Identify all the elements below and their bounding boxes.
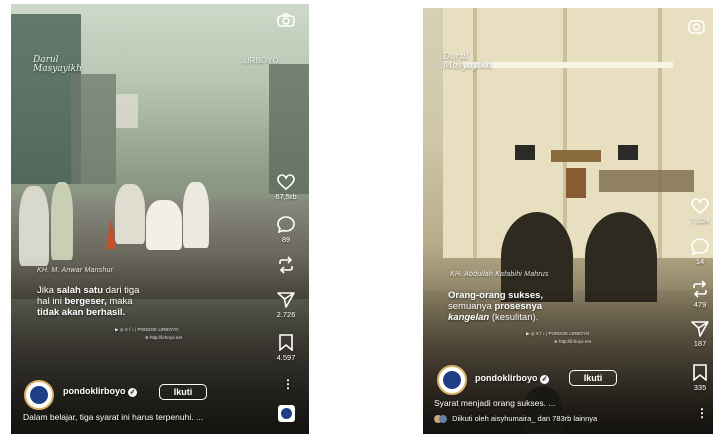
send-icon [277,292,295,308]
follow-button[interactable]: Ikuti [159,384,207,400]
verified-badge-icon: ✓ [540,375,550,384]
person [51,182,73,260]
quote-line: Orang-orang sukses, [448,290,544,301]
repeat-icon [279,256,293,274]
remix-button[interactable] [271,256,301,276]
avatar[interactable] [437,365,467,395]
follower-avatars [434,415,450,424]
heart-icon [691,198,709,214]
save-count: 335 [693,383,707,392]
window [618,145,638,160]
bottom-shade [11,254,309,434]
bookmark-icon [693,364,707,381]
follow-button[interactable]: Ikuti [569,370,617,386]
comment-count: 89 [281,235,291,244]
verified-badge-icon: ✓ [128,388,138,397]
archway [585,212,657,302]
archway [501,212,573,302]
camera-icon[interactable] [277,13,295,27]
save-count: 4.597 [276,353,296,362]
quote-line: kangelan (kesulitan). [448,312,539,323]
person-wheelchair [146,200,182,250]
pillar [658,8,662,258]
comment-icon [691,238,709,255]
save-button[interactable]: 4.597 [271,334,301,362]
share-count: 2.726 [276,310,296,319]
person-silhouette [523,386,563,434]
social-links: ▶ ◎ X f ♪ | PONDOK LIRBOYO [115,327,179,332]
website-link: ⊕ http://lirboyo.net [145,335,183,340]
reel-right[interactable]: Darul Masyayikh KH. Abdullah Kafabihi Ma… [423,8,713,434]
quote-line: tidak akan berhasil. [37,307,126,318]
channel-logo: Darul Masyayikh [33,55,82,74]
comment-button[interactable]: 14 [685,238,713,266]
person [183,182,209,248]
author-label: KH. Abdullah Kafabihi Mahrus [450,271,549,278]
social-links: ▶ ◎ X f ♪ | PONDOK LIRBOYO [526,331,590,336]
plaque [566,168,586,198]
audio-thumbnail[interactable] [278,405,295,422]
send-count: 187 [693,339,707,348]
quote-line: hal ini bergeser, maka [37,296,133,307]
like-button[interactable]: 67,5rb [271,174,301,201]
building-mid [71,74,116,184]
signboard [599,170,694,192]
pillar [473,8,477,258]
send-icon [691,321,709,337]
audio-disc-icon [281,408,292,419]
repeat-icon [693,280,707,298]
bookmark-icon [279,334,293,351]
share-count: 479 [693,300,707,309]
caption-text[interactable]: Dalam belajar, tiga syarat ini harus ter… [23,412,268,422]
comment-count: 14 [695,257,705,266]
street-sign [116,94,138,128]
share-button[interactable]: 2.726 [271,292,301,319]
caption-text[interactable]: Syarat menjadi orang sukses. ... [434,398,679,408]
save-button[interactable]: 335 [685,364,713,392]
followed-by-row[interactable]: Diikuti oleh aisyhumaira_ dan 783rb lain… [434,414,694,424]
location-tag: LIRBOYO [243,56,279,65]
more-options-icon[interactable]: ⋮ [696,406,708,420]
website-link: ⊕ http://lirboyo.net [554,339,592,344]
like-count: 67,5rb [275,192,297,201]
author-label: KH. M. Anwar Manshur [37,267,114,274]
remix-button[interactable]: 479 [685,280,713,309]
quote-text: Jika salah satu dari tiga hal ini berges… [37,285,197,318]
comment-icon [277,216,295,233]
quote-line: Jika salah satu dari tiga [37,285,140,296]
quote-text: Orang-orang sukses, semuanya prosesnya k… [448,290,618,323]
share-button[interactable]: 187 [685,321,713,348]
mosque-wall [443,8,713,258]
heart-icon [277,174,295,190]
username[interactable]: pondoklirboyo ✓ [63,386,138,397]
comment-button[interactable]: 89 [271,216,301,244]
channel-logo: Darul Masyayikh [443,52,492,71]
avatar[interactable] [24,380,54,410]
username[interactable]: pondoklirboyo ✓ [475,373,550,384]
like-count: 7.124 [690,216,710,225]
window [515,145,535,160]
pillar [563,8,567,258]
person [115,184,145,244]
quote-line: semuanya prosesnya [448,301,543,312]
like-button[interactable]: 7.124 [685,198,713,225]
followed-by-text: Diikuti oleh aisyhumaira_ dan 783rb lain… [452,414,598,423]
more-options-icon[interactable]: ⋮ [282,377,294,391]
reel-left[interactable]: Darul Masyayikh LIRBOYO KH. M. Anwar Man… [11,4,309,434]
camera-icon[interactable] [688,18,705,34]
plaque [551,150,601,162]
